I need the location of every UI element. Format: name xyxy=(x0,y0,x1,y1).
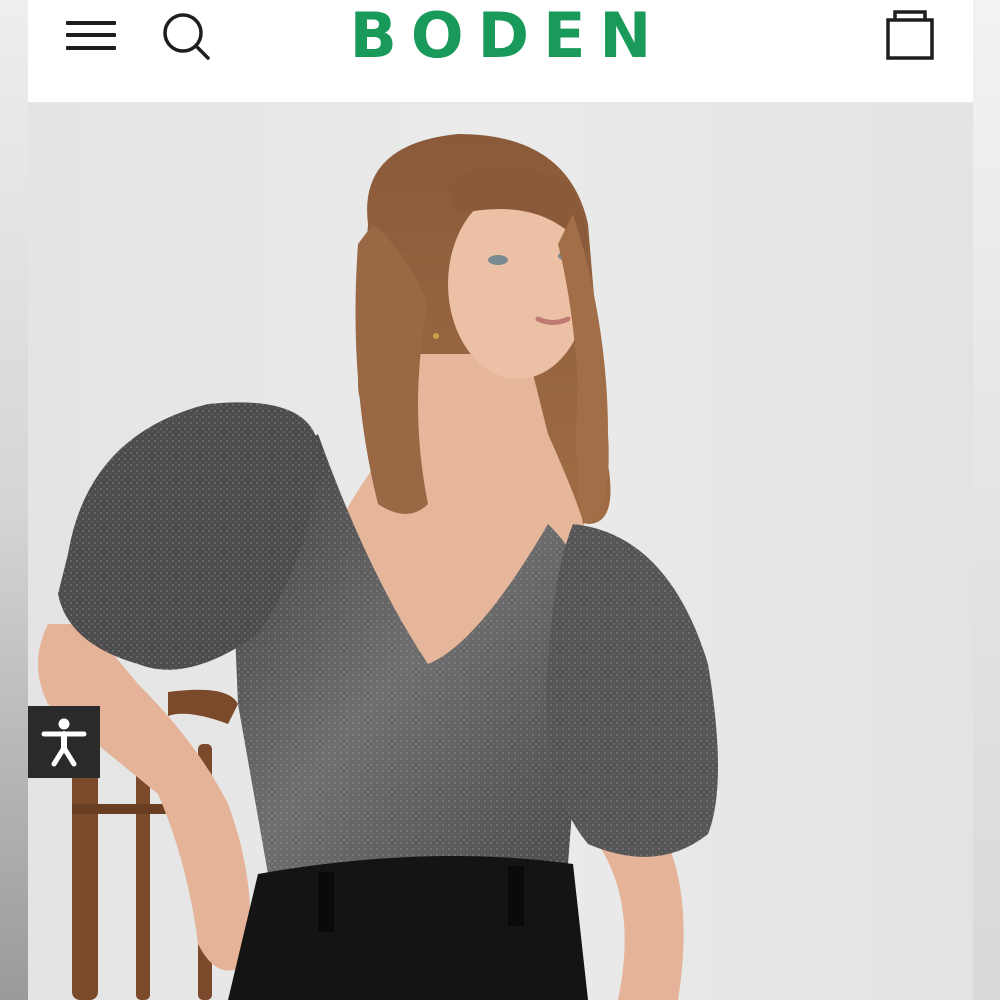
bag-button[interactable] xyxy=(883,8,939,64)
left-frame xyxy=(0,0,28,1000)
hero-product-image xyxy=(28,104,973,1000)
brand-logo[interactable]: BODEN xyxy=(28,2,973,70)
accessibility-button[interactable] xyxy=(28,706,100,778)
site-header: BODEN xyxy=(28,0,973,104)
model-photo xyxy=(28,104,973,1000)
shopping-bag-icon xyxy=(886,10,934,60)
accessibility-person-icon xyxy=(41,718,87,767)
right-frame xyxy=(973,0,1000,1000)
